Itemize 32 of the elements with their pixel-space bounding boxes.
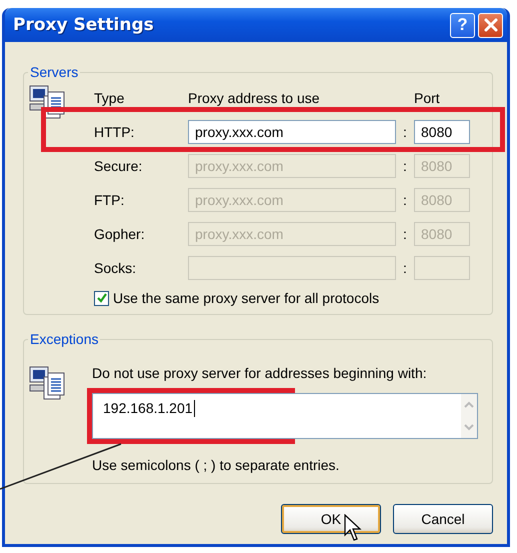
separator-colon: : bbox=[402, 260, 408, 276]
column-header: Proxy address to use bbox=[188, 90, 321, 108]
mouse-pointer-icon bbox=[344, 514, 362, 542]
separator-colon: : bbox=[402, 124, 408, 140]
instruction-text: Do not use proxy server for addresses beginning with: bbox=[92, 365, 428, 381]
protocol-label: Secure: bbox=[93, 158, 144, 174]
cancel-button[interactable]: Cancel bbox=[393, 504, 493, 534]
check-icon bbox=[96, 292, 108, 304]
close-icon bbox=[482, 17, 498, 33]
separator-colon: : bbox=[402, 226, 408, 242]
separator-colon: : bbox=[402, 158, 408, 174]
close-button[interactable] bbox=[478, 12, 503, 38]
protocol-label: HTTP: bbox=[93, 124, 136, 140]
separator-colon: : bbox=[402, 192, 408, 208]
exceptions-field[interactable]: 192.168.1.201 bbox=[92, 393, 478, 439]
field-value: 192.168.1.201 bbox=[103, 400, 193, 416]
help-button[interactable]: ? bbox=[450, 12, 475, 38]
checkbox[interactable] bbox=[94, 290, 109, 306]
window-title: Proxy Settings bbox=[13, 15, 154, 35]
ok-button[interactable]: OK bbox=[281, 504, 381, 534]
hint-text: Use semicolons ( ; ) to separate entries. bbox=[92, 457, 340, 473]
protocol-label: Socks: bbox=[93, 260, 138, 276]
column-header: Port bbox=[414, 90, 441, 108]
protocol-label: Gopher: bbox=[93, 226, 146, 242]
checkbox-label: Use the same proxy server for all protocols bbox=[113, 290, 380, 306]
port-field[interactable]: 8080 bbox=[414, 120, 470, 144]
address-field[interactable]: proxy.xxx.com bbox=[188, 120, 396, 144]
group-label: Servers bbox=[29, 64, 80, 80]
column-header: Type bbox=[93, 90, 126, 108]
group-label: Exceptions bbox=[29, 331, 100, 347]
protocol-label: FTP: bbox=[93, 192, 126, 208]
scroll-bar[interactable] bbox=[461, 394, 477, 438]
